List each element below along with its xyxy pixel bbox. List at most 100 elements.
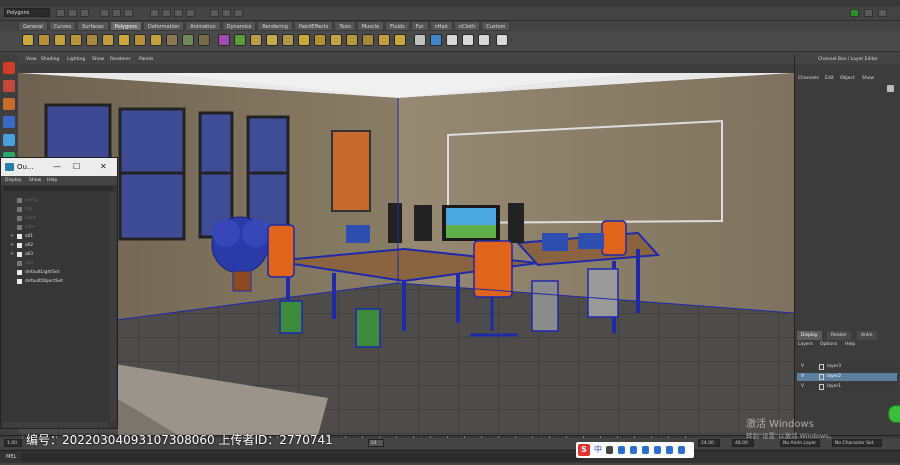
tab-deformation[interactable]: Deformation [143,21,185,31]
tab-custom[interactable]: Custom [481,21,511,31]
ime-punct-icon[interactable] [606,446,613,454]
outliner-item[interactable]: all2 [25,243,33,248]
menu-panels[interactable]: Panels [139,55,153,64]
ime-toolbar[interactable]: S 中 [576,442,694,458]
tab-rendering[interactable]: Rendering [257,21,293,31]
extrude-icon[interactable] [250,34,262,46]
layer-swatch[interactable] [819,374,824,380]
automatic-map-icon[interactable] [462,34,474,46]
save-scene-icon[interactable] [80,9,89,17]
poly-prism-icon[interactable] [118,34,130,46]
tab-fur[interactable]: Fur [410,21,429,31]
outliner-item[interactable]: top [25,207,32,212]
cylindrical-map-icon[interactable] [430,34,442,46]
insert-edge-loop-icon[interactable] [330,34,342,46]
bridge-icon[interactable] [266,34,278,46]
ol-menu-show[interactable]: Show [29,176,41,185]
snap-point-icon[interactable] [174,9,183,17]
layer-tab-render[interactable]: Render [827,331,852,340]
bevel-icon[interactable] [362,34,374,46]
command-input[interactable] [22,453,582,461]
poly-sphere-icon[interactable] [22,34,34,46]
smooth-icon[interactable] [218,34,230,46]
poly-cone-icon[interactable] [70,34,82,46]
merge-icon[interactable] [378,34,390,46]
tab-muscle[interactable]: Muscle [356,21,385,31]
combine-icon[interactable] [182,34,194,46]
tool-settings-icon[interactable] [878,9,887,17]
layer-menu-options[interactable]: Options [820,342,837,347]
render-settings-icon[interactable] [234,9,243,17]
end-time-field[interactable]: 24.00 [698,439,720,447]
open-scene-icon[interactable] [68,9,77,17]
snap-curve-icon[interactable] [162,9,171,17]
outliner-item[interactable]: side [25,225,34,230]
outliner-expand-icon[interactable]: + [10,242,14,248]
channel-box-icon[interactable] [887,85,894,92]
layer-swatch[interactable] [819,384,824,390]
outliner-expand-icon[interactable]: + [10,233,14,239]
ol-menu-help[interactable]: Help [47,176,57,185]
cb-menu-show[interactable]: Show [862,76,874,81]
ime-shirt-icon[interactable] [666,446,673,454]
select-object-icon[interactable] [112,9,121,17]
anim-layer-dropdown[interactable]: No Anim Layer [780,439,820,447]
ol-menu-display[interactable]: Display [5,176,22,185]
append-polygon-icon[interactable] [282,34,294,46]
planar-map-icon[interactable] [414,34,426,46]
tab-polygons[interactable]: Polygons [109,21,142,31]
layer-tab-display[interactable]: Display [797,331,822,340]
layer-row[interactable]: V layer1 [797,383,897,391]
uv-editor-icon[interactable] [478,34,490,46]
start-time-field[interactable]: 1.00 [4,439,22,447]
poly-helix-icon[interactable] [166,34,178,46]
ime-language[interactable]: 中 [594,442,602,458]
poly-cube-icon[interactable] [38,34,50,46]
menu-shading[interactable]: Shading [41,55,59,64]
cb-menu-channels[interactable]: Channels [798,76,819,81]
ime-logo-icon[interactable]: S [578,444,590,456]
tab-general[interactable]: General [18,21,48,31]
poly-pyramid-icon[interactable] [134,34,146,46]
ipr-render-icon[interactable] [222,9,231,17]
separate-icon[interactable] [198,34,210,46]
outliner-item[interactable]: defaultLightSet [25,270,59,275]
layer-menu-layers[interactable]: Layers [798,342,813,347]
outliner-filter-field[interactable] [3,186,113,191]
range-current[interactable]: 24 [368,439,384,447]
tab-animation[interactable]: Animation [185,21,221,31]
cb-menu-object[interactable]: Object [840,76,855,81]
toggle-panel-icon[interactable] [850,9,859,17]
outliner-item[interactable]: all3 [25,252,33,257]
rotate-tool-icon[interactable] [3,134,15,146]
poly-cylinder-icon[interactable] [54,34,66,46]
tab-ncloth[interactable]: nCloth [454,21,481,31]
outliner-expand-icon[interactable]: + [10,251,14,257]
select-hierarchy-icon[interactable] [100,9,109,17]
playback-end-field[interactable]: 48.00 [732,439,754,447]
paint-select-icon[interactable] [3,98,15,110]
outliner-vertical-scrollbar[interactable] [110,192,116,422]
select-component-icon[interactable] [124,9,133,17]
layer-menu-help[interactable]: Help [845,342,855,347]
layer-visibility[interactable]: V [801,363,804,371]
ime-skin-icon[interactable] [654,446,661,454]
ime-keyboard-icon[interactable] [642,446,649,454]
move-tool-icon[interactable] [3,116,15,128]
minimize-icon[interactable]: — [53,158,61,176]
split-polygon-icon[interactable] [314,34,326,46]
poly-torus-icon[interactable] [102,34,114,46]
command-language-label[interactable]: MEL [6,451,16,463]
tab-curves[interactable]: Curves [48,21,77,31]
tab-toon[interactable]: Toon [334,21,356,31]
outliner-item[interactable]: all4 [25,261,33,266]
cb-menu-edit[interactable]: Edit [825,76,834,81]
layer-row[interactable]: V layer3 [797,363,897,371]
mode-dropdown[interactable]: Polygons [4,8,50,17]
outliner-titlebar[interactable]: Ou... — ☐ ✕ [1,158,117,176]
checker-icon[interactable] [496,34,508,46]
poly-plane-icon[interactable] [86,34,98,46]
layer-row-selected[interactable]: V layer2 [797,373,897,381]
tab-fluids[interactable]: Fluids [385,21,410,31]
lasso-tool-icon[interactable] [3,80,15,92]
